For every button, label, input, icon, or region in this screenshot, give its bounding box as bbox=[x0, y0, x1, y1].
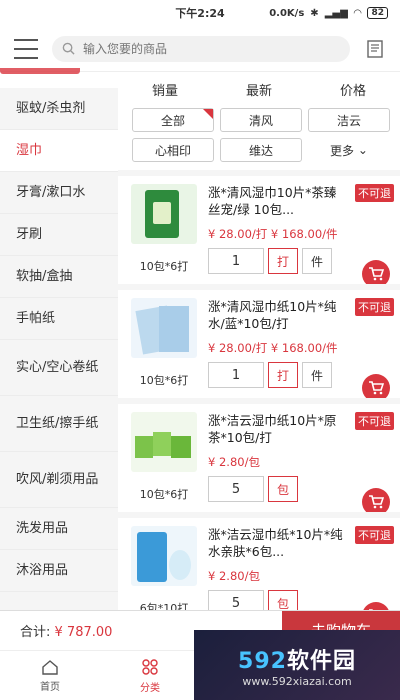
sidebar-item-shampoo[interactable]: 洗发用品 bbox=[0, 508, 118, 550]
tab-home[interactable]: 首页 bbox=[0, 651, 100, 700]
grid-icon bbox=[142, 658, 158, 675]
category-indicator bbox=[0, 68, 80, 74]
site-watermark: 592软件园 www.592xiazai.com bbox=[194, 630, 400, 700]
sidebar-item-bath[interactable]: 沐浴用品 bbox=[0, 550, 118, 592]
no-return-badge: 不可退 bbox=[355, 526, 394, 544]
product-image bbox=[131, 526, 197, 586]
unit-option[interactable]: 打 bbox=[268, 362, 299, 388]
tab-home-label: 首页 bbox=[40, 681, 60, 693]
status-bar: 下午2:24 0.0K/s ✱ ▂▄▆ ◠ 82 bbox=[0, 0, 400, 26]
product-price: ¥ 2.80/包 bbox=[208, 569, 260, 583]
product-item[interactable]: 10包*6打 涨*清风湿巾10片*茶臻丝宠/绿 10包... 不可退 ¥ 28.… bbox=[118, 170, 400, 288]
sort-price[interactable]: 价格 bbox=[306, 80, 400, 99]
sidebar-item-shaving[interactable]: 吹风/剃须用品 bbox=[0, 452, 118, 508]
sort-newest[interactable]: 最新 bbox=[212, 80, 306, 99]
cart-icon bbox=[369, 495, 384, 509]
product-pack: 10包*6打 bbox=[139, 260, 189, 273]
unit-option[interactable]: 打 bbox=[268, 248, 299, 274]
brand-chip-qingfeng[interactable]: 清风 bbox=[220, 108, 302, 132]
brand-chip-vinda[interactable]: 维达 bbox=[220, 138, 302, 162]
product-pack: 10包*6打 bbox=[139, 374, 189, 387]
sidebar-item-wipes[interactable]: 湿巾 bbox=[0, 130, 118, 172]
header bbox=[0, 26, 400, 72]
sort-bar: 销量 最新 价格 bbox=[118, 72, 400, 106]
search-bar[interactable] bbox=[52, 35, 350, 62]
quantity-input[interactable]: 5 bbox=[208, 590, 264, 610]
scroll-icon[interactable] bbox=[364, 38, 386, 60]
product-item[interactable]: 10包*6打 涨*清风湿巾纸10片*纯水/蓝*10包/打 不可退 ¥ 28.00… bbox=[118, 284, 400, 402]
product-item[interactable]: 10包*6打 涨*洁云湿巾纸10片*原茶*10包/打 不可退 ¥ 2.80/包 … bbox=[118, 398, 400, 516]
watermark-text: 软件园 bbox=[286, 648, 356, 674]
search-icon bbox=[62, 42, 75, 55]
status-time: 下午2:24 bbox=[175, 7, 225, 20]
total-value: ¥ 787.00 bbox=[54, 625, 113, 640]
no-return-badge: 不可退 bbox=[355, 184, 394, 202]
cart-icon bbox=[369, 381, 384, 395]
tab-category[interactable]: 分类 bbox=[100, 651, 200, 700]
unit-option[interactable]: 包 bbox=[268, 476, 299, 502]
product-item[interactable]: 6包*10打 涨*洁云湿巾纸*10片*纯水亲肤*6包... 不可退 ¥ 2.80… bbox=[118, 512, 400, 610]
watermark-num: 592 bbox=[238, 648, 287, 674]
cart-icon bbox=[369, 267, 384, 281]
quantity-input[interactable]: 5 bbox=[208, 476, 264, 502]
sidebar-item-toothbrush[interactable]: 牙刷 bbox=[0, 214, 118, 256]
unit-option[interactable]: 包 bbox=[268, 590, 299, 610]
product-price: ¥ 28.00/打 ¥ 168.00/件 bbox=[208, 227, 338, 241]
category-sidebar: 驱蚊/杀虫剂 湿巾 牙膏/漱口水 牙刷 软抽/盒抽 手帕纸 实心/空心卷纸 卫生… bbox=[0, 88, 118, 610]
brand-filter: 全部 清风 洁云 心相印 维达 更多 ⌄ bbox=[118, 106, 400, 170]
watermark-url: www.592xiazai.com bbox=[242, 674, 352, 688]
quantity-input[interactable]: 1 bbox=[208, 362, 264, 388]
unit-option[interactable]: 件 bbox=[302, 362, 333, 388]
total-label: 合计: bbox=[20, 625, 51, 640]
product-image bbox=[131, 412, 197, 472]
product-pack: 10包*6打 bbox=[139, 488, 189, 501]
brand-more-button[interactable]: 更多 ⌄ bbox=[308, 138, 390, 162]
no-return-badge: 不可退 bbox=[355, 298, 394, 316]
product-price: ¥ 28.00/打 ¥ 168.00/件 bbox=[208, 341, 338, 355]
menu-icon[interactable] bbox=[14, 38, 38, 59]
sidebar-item-handkerchief[interactable]: 手帕纸 bbox=[0, 298, 118, 340]
brand-chip-jieyun[interactable]: 洁云 bbox=[308, 108, 390, 132]
product-panel: 销量 最新 价格 全部 清风 洁云 心相印 维达 更多 ⌄ 10包*6打 涨*清… bbox=[118, 72, 400, 610]
chevron-down-icon: ⌄ bbox=[354, 143, 368, 157]
product-image bbox=[131, 184, 197, 244]
product-price: ¥ 2.80/包 bbox=[208, 455, 260, 469]
more-label: 更多 bbox=[330, 143, 355, 158]
unit-option[interactable]: 件 bbox=[302, 248, 333, 274]
sidebar-item-tissue-box[interactable]: 软抽/盒抽 bbox=[0, 256, 118, 298]
no-return-badge: 不可退 bbox=[355, 412, 394, 430]
home-icon bbox=[42, 659, 58, 675]
quantity-input[interactable]: 1 bbox=[208, 248, 264, 274]
search-input[interactable] bbox=[83, 41, 340, 56]
brand-chip-xinxiangyin[interactable]: 心相印 bbox=[132, 138, 214, 162]
tab-category-label: 分类 bbox=[140, 682, 160, 694]
sidebar-item-mosquito[interactable]: 驱蚊/杀虫剂 bbox=[0, 88, 118, 130]
product-image bbox=[131, 298, 197, 358]
sidebar-item-toothpaste[interactable]: 牙膏/漱口水 bbox=[0, 172, 118, 214]
product-pack: 6包*10打 bbox=[139, 602, 189, 610]
watermark-brand: 592软件园 bbox=[238, 643, 356, 675]
sort-sales[interactable]: 销量 bbox=[118, 80, 212, 99]
sidebar-item-toilet-paper[interactable]: 卫生纸/擦手纸 bbox=[0, 396, 118, 452]
sidebar-item-roll-paper[interactable]: 实心/空心卷纸 bbox=[0, 340, 118, 396]
brand-chip-all[interactable]: 全部 bbox=[132, 108, 214, 132]
